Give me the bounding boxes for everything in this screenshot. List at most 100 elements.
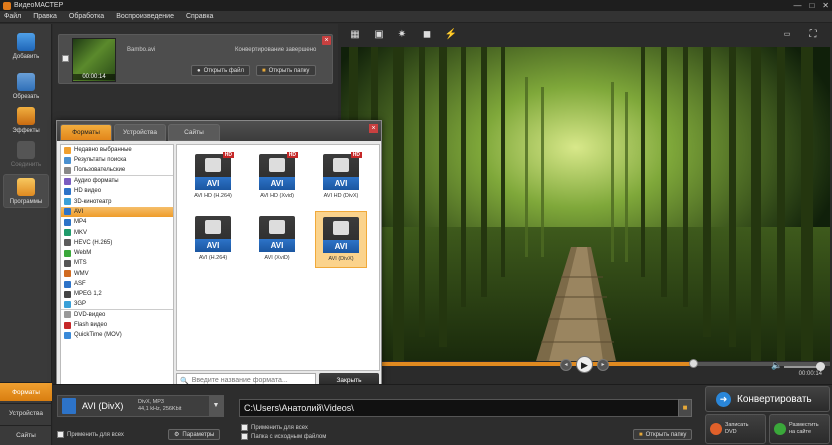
category-icon	[64, 218, 71, 226]
format-category-item[interactable]: WMV	[61, 269, 173, 279]
format-category-item[interactable]: ASF	[61, 279, 173, 289]
open-output-folder-button[interactable]: ■ Открыть папку	[633, 429, 693, 440]
prev-frame-icon[interactable]: ◂	[560, 358, 572, 371]
format-category-item[interactable]: MKV	[61, 227, 173, 237]
format-tile[interactable]: AVI AVI (XviD)	[251, 211, 303, 268]
format-category-item[interactable]: AVI	[61, 206, 173, 218]
format-tile[interactable]: AVI AVI (DivX)	[315, 211, 367, 268]
format-category-item[interactable]: 3D-кинотеатр	[61, 196, 173, 206]
output-path-field[interactable]: C:\Users\Анатолий\Videos\	[239, 399, 681, 417]
film-icon[interactable]: ▦	[348, 29, 362, 41]
format-category-item[interactable]: HD видео	[61, 186, 173, 196]
minimize-icon[interactable]: —	[793, 1, 801, 10]
fullscreen-icon[interactable]: ⛶	[806, 29, 820, 41]
apply-all-folder-checkbox[interactable]: Применить для всех	[241, 424, 308, 431]
category-label: ASF	[74, 281, 86, 287]
dialog-tab-devices[interactable]: Устройства	[114, 124, 166, 141]
format-category-item[interactable]: DVD-видео	[61, 310, 173, 320]
menu-help[interactable]: Справка	[186, 13, 213, 20]
format-category-item[interactable]: WebM	[61, 248, 173, 258]
browse-folder-icon[interactable]: ■	[678, 399, 692, 417]
format-tile[interactable]: AVI HD AVI HD (DivX)	[315, 149, 367, 206]
menu-edit[interactable]: Правка	[33, 13, 57, 20]
format-category-item[interactable]: Недавно выбранные	[61, 145, 173, 155]
sidebar-effects-button[interactable]: Эффекты	[3, 104, 49, 138]
format-category-item[interactable]: MTS	[61, 258, 173, 268]
category-label: 3D-кинотеатр	[74, 198, 112, 205]
sidebar-cut-button[interactable]: Обрезать	[3, 70, 49, 104]
format-tile[interactable]: AVI AVI (H.264)	[187, 211, 239, 268]
seek-handle[interactable]	[689, 359, 699, 368]
format-category-item[interactable]: Аудио форматы	[61, 176, 173, 186]
open-folder-button[interactable]: ■ Открыть папку	[256, 65, 316, 76]
sidebar-programs-button[interactable]: Программы	[3, 174, 49, 208]
category-label: WebM	[74, 250, 92, 257]
format-category-item[interactable]: Результаты поиска	[61, 155, 173, 165]
format-category-item[interactable]: Пользовательские	[61, 166, 173, 176]
category-label: HEVC (H.265)	[74, 239, 113, 246]
chevron-down-icon[interactable]: ▼	[209, 396, 223, 416]
source-folder-checkbox[interactable]: Папка с исходным файлом	[241, 433, 326, 440]
play-icon[interactable]: ▶	[576, 356, 593, 373]
output-format-selector[interactable]: AVI (DivX) DivX, MP3 44,1 kHz, 256Kbit ▼	[57, 395, 224, 417]
sidebar-add-button[interactable]: Добавить	[3, 30, 49, 64]
volume-handle[interactable]	[816, 362, 825, 371]
crop-icon[interactable]: ▣	[372, 29, 386, 41]
globe-icon	[774, 423, 786, 435]
sparkle-icon[interactable]: ✷	[395, 29, 409, 41]
format-category-item[interactable]: Flash видео	[61, 320, 173, 330]
file-checkbox[interactable]	[62, 55, 69, 62]
close-icon[interactable]: ✕	[822, 1, 829, 10]
category-label: Недавно выбранные	[74, 147, 132, 154]
sidebar-join-button[interactable]: Соединить	[3, 138, 49, 172]
format-category-item[interactable]: HEVC (H.265)	[61, 238, 173, 248]
category-icon	[64, 229, 71, 237]
format-badge: AVI	[195, 177, 231, 190]
parameters-button[interactable]: ⚙ Параметры	[168, 429, 221, 440]
category-icon	[64, 156, 71, 164]
open-file-button[interactable]: ● Открыть файл	[191, 65, 250, 76]
maximize-icon[interactable]: □	[809, 1, 814, 10]
tab-devices[interactable]: Устройства	[0, 403, 52, 422]
hd-badge: HD	[286, 152, 298, 158]
category-icon	[64, 331, 71, 339]
format-dialog: Форматы Устройства Сайты × Недавно выбра…	[56, 120, 382, 390]
format-search-input[interactable]	[191, 377, 312, 384]
tab-sites[interactable]: Сайты	[0, 425, 52, 444]
video-frame	[341, 47, 830, 361]
cut-icon	[17, 73, 35, 91]
convert-button[interactable]: ➜ Конвертировать	[705, 386, 830, 412]
video-thumbnail: 00:00:14	[72, 38, 116, 82]
1x1-icon[interactable]: ▭	[780, 29, 794, 41]
category-icon	[64, 146, 71, 154]
format-category-item[interactable]: 3GP	[61, 299, 173, 310]
format-category-item[interactable]: QuickTime (MOV)	[61, 330, 173, 340]
remove-file-icon[interactable]: ×	[322, 36, 331, 45]
category-icon	[64, 208, 71, 216]
format-category-item[interactable]: MPEG 1,2	[61, 289, 173, 299]
format-caption: AVI (DivX)	[328, 256, 354, 262]
tab-formats[interactable]: Форматы	[0, 382, 52, 401]
dialog-close-icon[interactable]: ×	[369, 124, 378, 133]
menu-file[interactable]: Файл	[4, 13, 21, 20]
burn-dvd-button[interactable]: Записать DVD	[705, 414, 766, 444]
effects-icon	[17, 107, 35, 125]
speed-icon[interactable]: ⚡	[444, 29, 458, 41]
dialog-tab-formats[interactable]: Форматы	[60, 124, 112, 141]
dialog-tab-sites[interactable]: Сайты	[168, 124, 220, 141]
format-category-item[interactable]: MP4	[61, 217, 173, 227]
camera-icon[interactable]: ◼	[420, 29, 434, 41]
format-tile[interactable]: AVI HD AVI HD (H.264)	[187, 149, 239, 206]
publish-site-button[interactable]: Разместить на сайте	[769, 414, 830, 444]
volume-icon[interactable]: 🔈	[771, 360, 782, 371]
next-frame-icon[interactable]: ▸	[597, 358, 609, 371]
folder-icon: ■	[262, 67, 266, 74]
menu-process[interactable]: Обработка	[69, 13, 104, 20]
format-badge: AVI	[259, 177, 295, 190]
format-tile[interactable]: AVI HD AVI HD (Xvid)	[251, 149, 303, 206]
menu-playback[interactable]: Воспроизведение	[116, 13, 174, 20]
apply-all-checkbox[interactable]: Применить для всех	[57, 431, 124, 438]
file-item[interactable]: 00:00:14 Вambo.avi Конвертирование завер…	[58, 34, 333, 84]
video-player: ▦ ▣ ✷ ◼ ⚡ ▭ ⛶ 00:00:14 ◂ ▶ ▸ 🔈	[340, 24, 832, 384]
category-icon	[64, 321, 71, 329]
